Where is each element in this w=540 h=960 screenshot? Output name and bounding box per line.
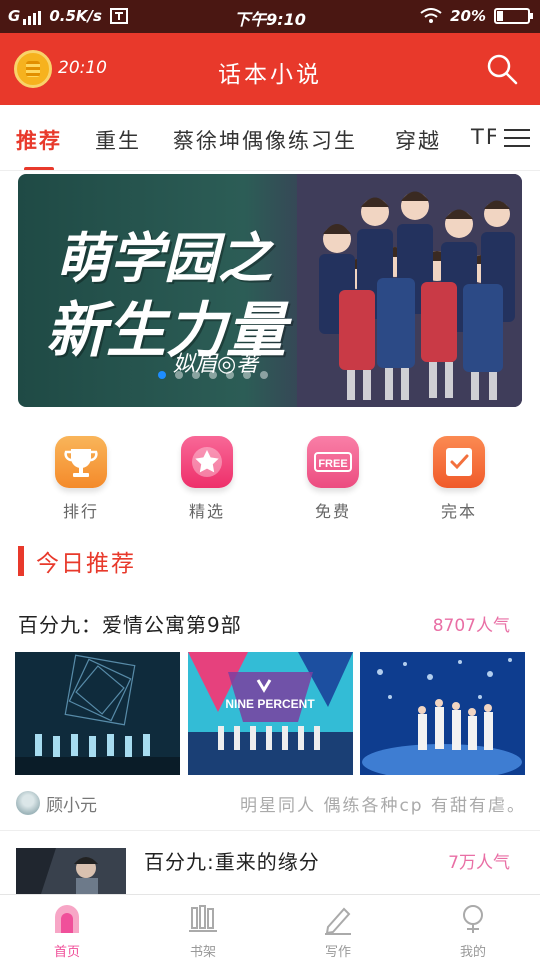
- book-thumbnail-1[interactable]: [15, 652, 180, 775]
- banner-page-dot[interactable]: [175, 371, 183, 379]
- tab-idol-producer[interactable]: 蔡徐坤偶像练习生: [173, 125, 357, 155]
- free-entry[interactable]: FREE 免费: [288, 436, 378, 522]
- pen-icon: [325, 907, 351, 935]
- app-title: 话本小说: [218, 62, 322, 88]
- nav-home-label: 首页: [53, 945, 80, 960]
- book-cover-2[interactable]: [16, 848, 126, 894]
- free-tag-icon: FREE: [307, 436, 359, 488]
- banner-page-dot[interactable]: [192, 371, 200, 379]
- completed-label: 完本: [440, 502, 477, 521]
- author-avatar[interactable]: [16, 791, 40, 815]
- book-popularity-2: 7万人气: [448, 853, 510, 873]
- book-thumbnail-2[interactable]: NINE PERCENT: [188, 652, 353, 775]
- status-bar: G 0.5K/s 下午9:10 20%: [0, 0, 540, 33]
- app-header: 20:10 话本小说: [0, 33, 540, 105]
- profile-icon: [463, 905, 483, 933]
- banner-page-dot[interactable]: [209, 371, 217, 379]
- nav-bookshelf[interactable]: 书架: [158, 895, 248, 960]
- bookshelf-icon: [189, 905, 217, 932]
- nav-write-label: 写作: [324, 945, 351, 960]
- nav-write[interactable]: 写作: [293, 895, 383, 960]
- book-author-row: 顾小元 明星同人 偶练各种cp 有甜有虐。: [16, 790, 526, 816]
- star-icon: [181, 436, 233, 488]
- banner-pagination[interactable]: [158, 371, 268, 379]
- tab-menu-button[interactable]: [496, 105, 540, 170]
- banner-page-dot[interactable]: [226, 371, 234, 379]
- trophy-icon: [55, 436, 107, 488]
- active-tab-indicator: [24, 167, 54, 170]
- banner-page-dot[interactable]: [158, 371, 166, 379]
- quick-entries: 排行 精选 FREE 免费 完本: [0, 436, 540, 526]
- checklist-icon: [433, 436, 485, 488]
- nav-home[interactable]: 首页: [22, 895, 112, 960]
- featured-entry[interactable]: 精选: [162, 436, 252, 522]
- book-title-2[interactable]: 百分九:重来的缘分: [144, 846, 320, 875]
- battery-percent: 20%: [450, 7, 486, 25]
- nav-profile[interactable]: 我的: [428, 895, 518, 960]
- nav-profile-label: 我的: [459, 945, 486, 960]
- completed-entry[interactable]: 完本: [414, 436, 504, 522]
- thumb-logo-text: NINE PERCENT: [225, 697, 315, 711]
- book-title[interactable]: 百分九：爱情公寓第9部: [18, 609, 242, 638]
- book-thumbnail-3[interactable]: [360, 652, 525, 775]
- section-header: 今日推荐: [18, 545, 136, 577]
- search-icon[interactable]: [486, 53, 518, 85]
- banner-cast-image: [297, 174, 522, 407]
- book-popularity: 8707人气: [432, 616, 510, 636]
- banner-page-dot[interactable]: [243, 371, 251, 379]
- category-tabs: 推荐 重生 蔡徐坤偶像练习生 穿越 TFI: [0, 105, 540, 171]
- wifi-icon: [420, 8, 442, 23]
- tab-rebirth[interactable]: 重生: [95, 125, 141, 155]
- nav-bookshelf-label: 书架: [189, 945, 216, 960]
- free-label: 免费: [314, 502, 351, 521]
- author-name[interactable]: 顾小元: [46, 791, 97, 816]
- banner-page-dot[interactable]: [260, 371, 268, 379]
- free-icon-text: FREE: [318, 458, 347, 470]
- section-accent-bar: [18, 546, 24, 576]
- tab-recommend[interactable]: 推荐: [16, 125, 62, 155]
- bottom-navigation: 首页 书架 写作 我的: [0, 894, 540, 960]
- rank-entry[interactable]: 排行: [36, 436, 126, 522]
- section-title: 今日推荐: [36, 551, 136, 577]
- home-icon: [55, 905, 79, 933]
- featured-label: 精选: [188, 502, 225, 521]
- list-divider: [0, 830, 540, 831]
- book-tags: 明星同人 偶练各种cp 有甜有虐。: [240, 795, 526, 816]
- tab-time-travel[interactable]: 穿越: [395, 125, 441, 155]
- featured-banner[interactable]: 萌学园之 新生力量 姒眉◎著: [18, 174, 522, 407]
- rank-label: 排行: [62, 502, 99, 521]
- battery-icon: [494, 8, 533, 24]
